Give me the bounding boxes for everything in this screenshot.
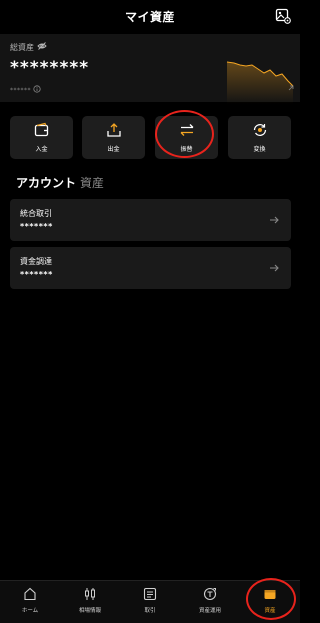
home-icon	[24, 587, 36, 601]
page-title: マイ資産	[124, 10, 175, 24]
account-card-unified-trading[interactable]: 統合取引 *******	[10, 199, 291, 241]
trade-icon	[143, 587, 157, 601]
account-value: *******	[20, 222, 53, 231]
tab-account[interactable]: アカウント	[16, 174, 76, 191]
withdraw-icon	[106, 123, 121, 137]
nav-label: 相場情報	[78, 608, 101, 614]
nav-label: 資産運用	[198, 608, 221, 614]
arrow-right-icon	[270, 264, 279, 272]
highlight-ring	[155, 110, 214, 158]
tab-assets[interactable]: 資産	[80, 174, 104, 191]
earn-icon	[203, 587, 217, 601]
convert-label: 変換	[253, 146, 266, 153]
header: マイ資産	[0, 0, 300, 34]
nav-label: 取引	[144, 608, 156, 614]
total-assets-value: ********	[10, 58, 90, 78]
asset-sparkline	[226, 61, 294, 104]
total-assets-sub-value: ******	[10, 87, 31, 94]
convert-icon	[253, 124, 266, 136]
nav-earn[interactable]: 資産運用	[180, 581, 240, 623]
account-card-funding[interactable]: 資金調達 *******	[10, 247, 291, 289]
withdraw-label: 出金	[107, 146, 120, 153]
assets-page: マイ資産 総資産 ******** ****** 入金 出金 振替 変換 アカウ…	[0, 0, 300, 623]
account-value: *******	[20, 270, 53, 279]
info-icon[interactable]	[33, 85, 41, 93]
nav-markets[interactable]: 相場情報	[60, 581, 120, 623]
candlestick-icon	[85, 588, 95, 600]
deposit-icon	[34, 122, 48, 137]
nav-trade[interactable]: 取引	[120, 581, 180, 623]
nav-label: ホーム	[21, 608, 39, 614]
account-name: 統合取引	[20, 209, 52, 218]
highlight-ring	[246, 578, 296, 620]
quick-actions: 入金 出金 振替 変換	[10, 116, 291, 160]
eye-off-icon[interactable]	[37, 41, 47, 51]
deposit-label: 入金	[35, 146, 48, 153]
account-name: 資金調達	[20, 257, 52, 266]
arrow-right-icon	[270, 216, 279, 224]
nav-home[interactable]: ホーム	[0, 581, 60, 623]
convert-button[interactable]: 変換	[228, 116, 291, 159]
withdraw-button[interactable]: 出金	[82, 116, 145, 159]
total-assets-label: 総資産	[10, 43, 34, 52]
deposit-button[interactable]: 入金	[10, 116, 73, 159]
image-settings-icon[interactable]	[275, 8, 291, 24]
